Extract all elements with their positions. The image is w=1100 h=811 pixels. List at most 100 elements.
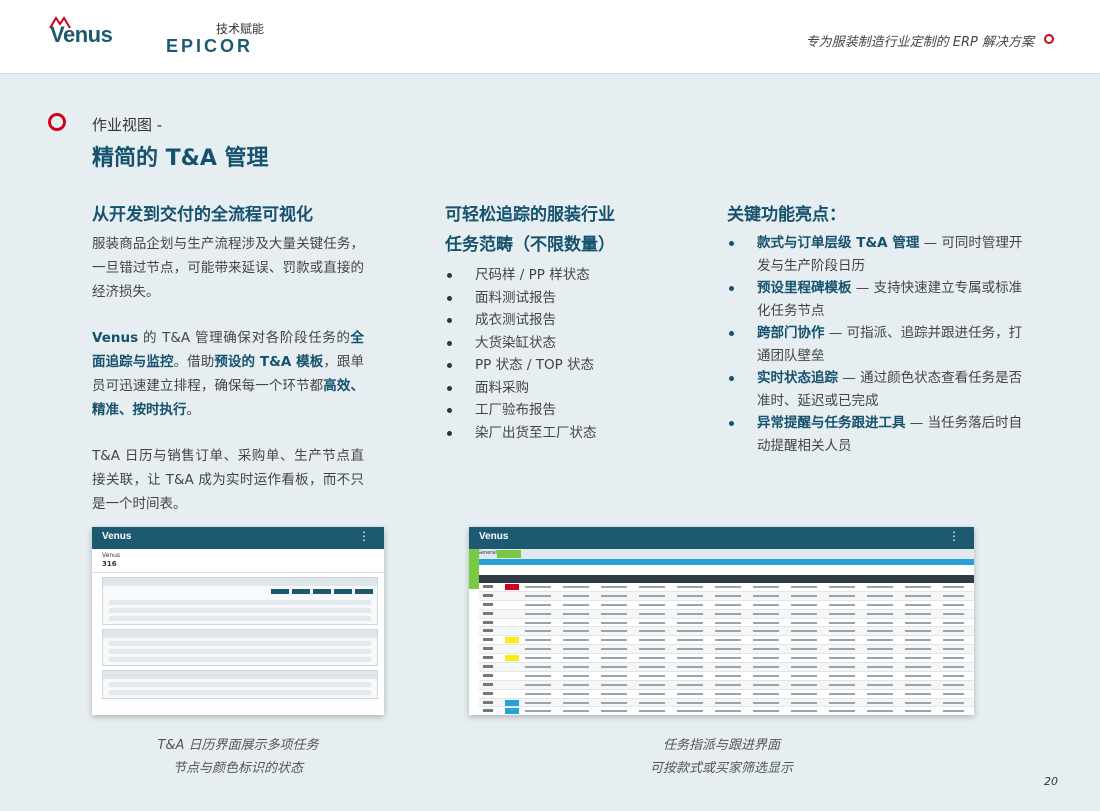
status-swatch [505,584,519,590]
status-swatch [505,637,519,644]
features-column: 关键功能亮点： 款式与订单层级 T&A 管理 — 可同时管理开发与生产阶段日历 … [727,200,1027,457]
section-ring-icon [48,113,66,131]
form-row [109,608,371,613]
row-cells [525,657,964,660]
table-body [479,583,974,715]
screenshot-tabs: General [469,549,974,559]
caption-assignment: 任务指派与跟进界面 可按款式或买家筛选显示 [469,734,974,780]
row-cells [525,648,964,651]
ta-calendar-screenshot: Venus ⋮ Venus 316 [92,527,384,715]
row-code [483,629,493,633]
row-cells [525,639,964,642]
toolbar-button [271,589,289,594]
table-row [479,663,974,672]
venus-name: Venus [92,330,139,346]
overview-paragraph-2: Venus 的 T&A 管理确保对各阶段任务的全面追踪与监控。借助预设的 T&A… [92,326,364,422]
filter-bar [469,559,974,565]
text-span: 。 [186,402,201,418]
row-cells [525,594,964,597]
list-item: 成衣测试报告 [445,309,675,332]
row-cells [525,701,964,704]
table-row [109,657,371,662]
overview-column: 从开发到交付的全流程可视化 服装商品企划与生产流程涉及大量关键任务，一旦错过节点… [92,200,364,516]
overview-heading: 从开发到交付的全流程可视化 [92,205,313,225]
panel-toolbar [103,586,377,597]
highlight-template: 预设的 T&A 模板 [214,354,324,370]
row-code [483,602,493,606]
panel-header [103,630,377,638]
caption-line: 可按款式或买家筛选显示 [649,761,793,776]
row-cells [525,630,964,633]
row-code [483,585,493,588]
record-label: Venus [102,552,121,559]
table-row [479,583,974,592]
table-row [479,591,974,601]
feature-title: 异常提醒与任务跟进工具 [757,415,906,431]
panel-header [103,671,377,679]
tab-general: General [477,550,497,556]
row-code [483,593,493,597]
panel-header [103,578,377,586]
feature-title: 款式与订单层级 T&A 管理 [757,235,920,251]
table-row [479,707,974,715]
screenshot-titlebar: Venus ⋮ [469,527,974,549]
caption-calendar: T&A 日历界面展示多项任务 节点与颜色标识的状态 [92,734,384,780]
row-cells [525,586,964,588]
table-row [479,698,974,708]
list-item: 跨部门协作 — 可指派、追踪并跟进任务，打通团队壁垒 [727,322,1027,367]
caption-line: 任务指派与跟进界面 [662,738,780,753]
row-code [483,611,493,615]
table-row [109,649,371,654]
task-assignment-screenshot: Venus ⋮ General [469,527,974,715]
task-scope-column: 可轻松追踪的服装行业 任务范畴（不限数量） 尺码样 / PP 样状态 面料测试报… [445,200,675,444]
feature-title: 实时状态追踪 [757,370,838,386]
row-code [483,709,493,713]
toolbar-button [313,589,331,594]
feature-title: 预设里程碑模板 [757,280,852,296]
table-row [479,690,974,699]
toolbar-button [355,589,373,594]
caption-line: T&A 日历界面展示多项任务 [157,738,319,753]
row-code [483,665,493,669]
status-swatch [505,655,519,662]
page-header: Venus 技术赋能 EPICOR 专为服装制造行业定制的 ERP 解决方案 [0,0,1100,74]
list-item: 染厂出货至工厂状态 [445,422,675,445]
overview-paragraph-1: 服装商品企划与生产流程涉及大量关键任务，一旦错过节点，可能带来延误、罚款或直接的… [92,236,364,300]
activity-panel [102,629,378,666]
venus-logo: Venus [49,16,113,48]
table-row [479,645,974,655]
form-row [109,616,371,621]
row-cells [525,710,964,713]
row-cells [525,666,964,669]
side-tab [469,549,479,589]
more-icon: ⋮ [358,529,370,543]
row-cells [525,692,964,695]
main-panel [102,577,378,625]
section-title: 精简的 T&A 管理 [92,146,269,171]
row-code [483,700,493,704]
text-span: 。借助 [173,354,215,370]
venus-logo-mark-icon [49,16,71,29]
features-heading: 关键功能亮点： [727,205,846,225]
toolbar-button [292,589,310,594]
epicor-subtitle: 技术赋能 [216,22,265,36]
status-swatch [505,699,519,706]
more-icon: ⋮ [948,529,960,543]
header-tagline: 专为服装制造行业定制的 ERP 解决方案 [805,35,1034,50]
table-row [479,609,974,619]
task-scope-heading-line1: 可轻松追踪的服装行业 [445,205,615,225]
list-item: 款式与订单层级 T&A 管理 — 可同时管理开发与生产阶段日历 [727,232,1027,277]
epicor-logo: EPICOR [166,36,254,56]
table-row [479,680,974,690]
table-row [109,690,371,695]
task-table [479,575,974,715]
row-code [483,682,493,686]
list-item: 异常提醒与任务跟进工具 — 当任务落后时自动提醒相关人员 [727,412,1027,457]
table-row [479,627,974,637]
row-code [483,620,493,624]
row-code [483,638,493,642]
row-code [483,656,493,660]
list-item: 预设里程碑模板 — 支持快速建立专属或标准化任务节点 [727,277,1027,322]
screenshot-brand: Venus [479,531,509,542]
table-row [479,672,974,681]
